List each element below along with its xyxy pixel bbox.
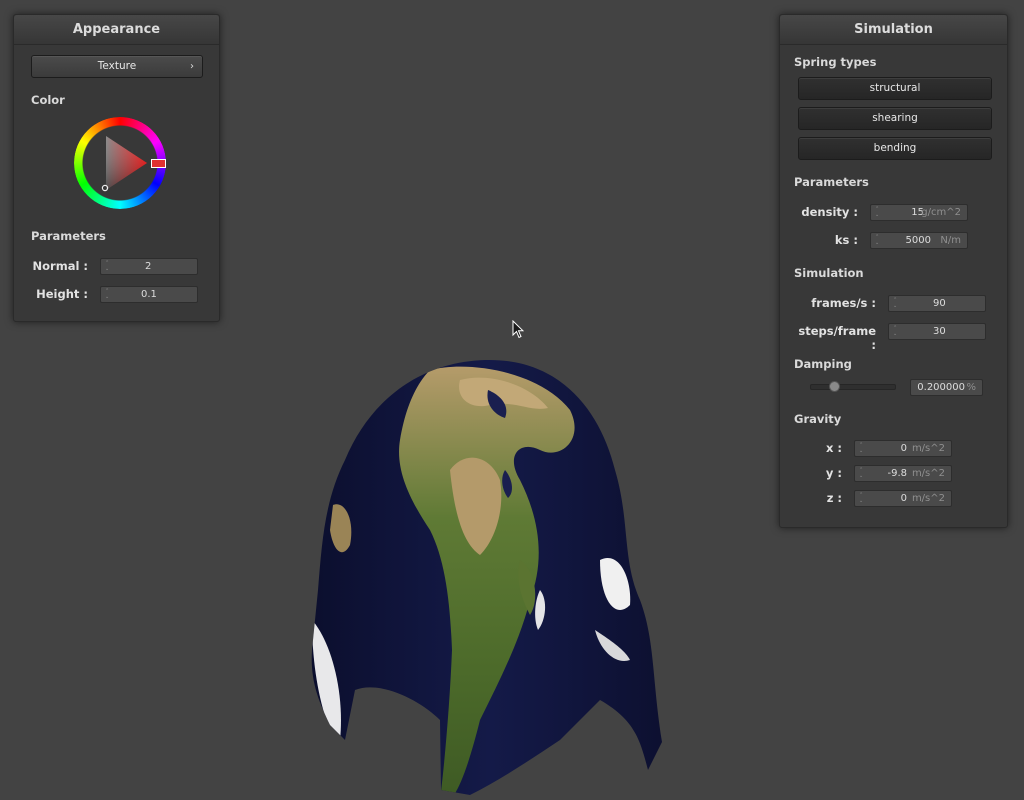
hue-handle[interactable] — [151, 159, 166, 168]
damping-slider-knob[interactable] — [829, 381, 840, 392]
texture-button-label: Texture — [97, 60, 137, 72]
gravity-z-input[interactable]: ⌃ ⌄ 0 m/s^2 — [854, 490, 952, 507]
gravity-z-label: z : — [826, 491, 842, 505]
chevron-right-icon: › — [190, 61, 194, 72]
simulation-panel: Simulation Spring types structural shear… — [779, 14, 1008, 528]
appearance-panel-title[interactable]: Appearance — [14, 15, 219, 45]
spinner-icon[interactable]: ⌃ ⌄ — [859, 492, 865, 504]
spinner-icon[interactable]: ⌃ ⌄ — [875, 206, 881, 218]
spinner-icon[interactable]: ⌃ ⌄ — [875, 234, 881, 246]
mouse-cursor-icon — [512, 320, 524, 339]
damping-slider-track[interactable] — [810, 384, 896, 390]
ks-input[interactable]: ⌃ ⌄ 5000 N/m — [870, 232, 968, 249]
damping-slider[interactable] — [810, 381, 896, 392]
spinner-icon[interactable]: ⌃ ⌄ — [859, 467, 865, 479]
spinner-icon[interactable]: ⌃ ⌄ — [859, 442, 865, 454]
simulation-heading: Simulation — [794, 266, 864, 280]
damping-input[interactable]: 0.200000 % — [910, 379, 983, 396]
simulation-panel-title[interactable]: Simulation — [780, 15, 1007, 45]
sim-params-heading: Parameters — [794, 175, 869, 189]
shearing-button[interactable]: shearing — [798, 107, 992, 130]
height-input[interactable]: ⌃ ⌄ 0.1 — [100, 286, 198, 303]
gravity-heading: Gravity — [794, 412, 842, 426]
color-wheel[interactable] — [74, 117, 166, 209]
spinner-icon[interactable]: ⌃ ⌄ — [105, 260, 111, 272]
spinner-icon[interactable]: ⌃ ⌄ — [893, 325, 899, 337]
normal-label: Normal : — [32, 259, 88, 273]
gravity-y-label: y : — [825, 466, 842, 480]
normal-input[interactable]: ⌃ ⌄ 2 — [100, 258, 198, 275]
gravity-x-label: x : — [825, 441, 842, 455]
appearance-panel: Appearance Texture › Color Parameters No… — [13, 14, 220, 322]
spring-types-heading: Spring types — [794, 55, 877, 69]
gravity-x-input[interactable]: ⌃ ⌄ 0 m/s^2 — [854, 440, 952, 457]
steps-label: steps/frame : — [798, 324, 876, 352]
gravity-y-input[interactable]: ⌃ ⌄ -9.8 m/s^2 — [854, 465, 952, 482]
bending-button[interactable]: bending — [798, 137, 992, 160]
color-section-heading: Color — [31, 93, 65, 107]
texture-button[interactable]: Texture › — [31, 55, 203, 78]
fps-input[interactable]: ⌃ ⌄ 90 — [888, 295, 986, 312]
density-input[interactable]: ⌃ ⌄ 15 g/cm^2 — [870, 204, 968, 221]
density-label: density : — [801, 205, 858, 219]
ks-label: ks : — [834, 233, 858, 247]
spinner-icon[interactable]: ⌃ ⌄ — [893, 297, 899, 309]
structural-button[interactable]: structural — [798, 77, 992, 100]
damping-heading: Damping — [794, 357, 852, 371]
height-label: Height : — [36, 287, 88, 301]
fps-label: frames/s : — [811, 296, 876, 310]
appearance-params-heading: Parameters — [31, 229, 106, 243]
spinner-icon[interactable]: ⌃ ⌄ — [105, 288, 111, 300]
steps-input[interactable]: ⌃ ⌄ 30 — [888, 323, 986, 340]
